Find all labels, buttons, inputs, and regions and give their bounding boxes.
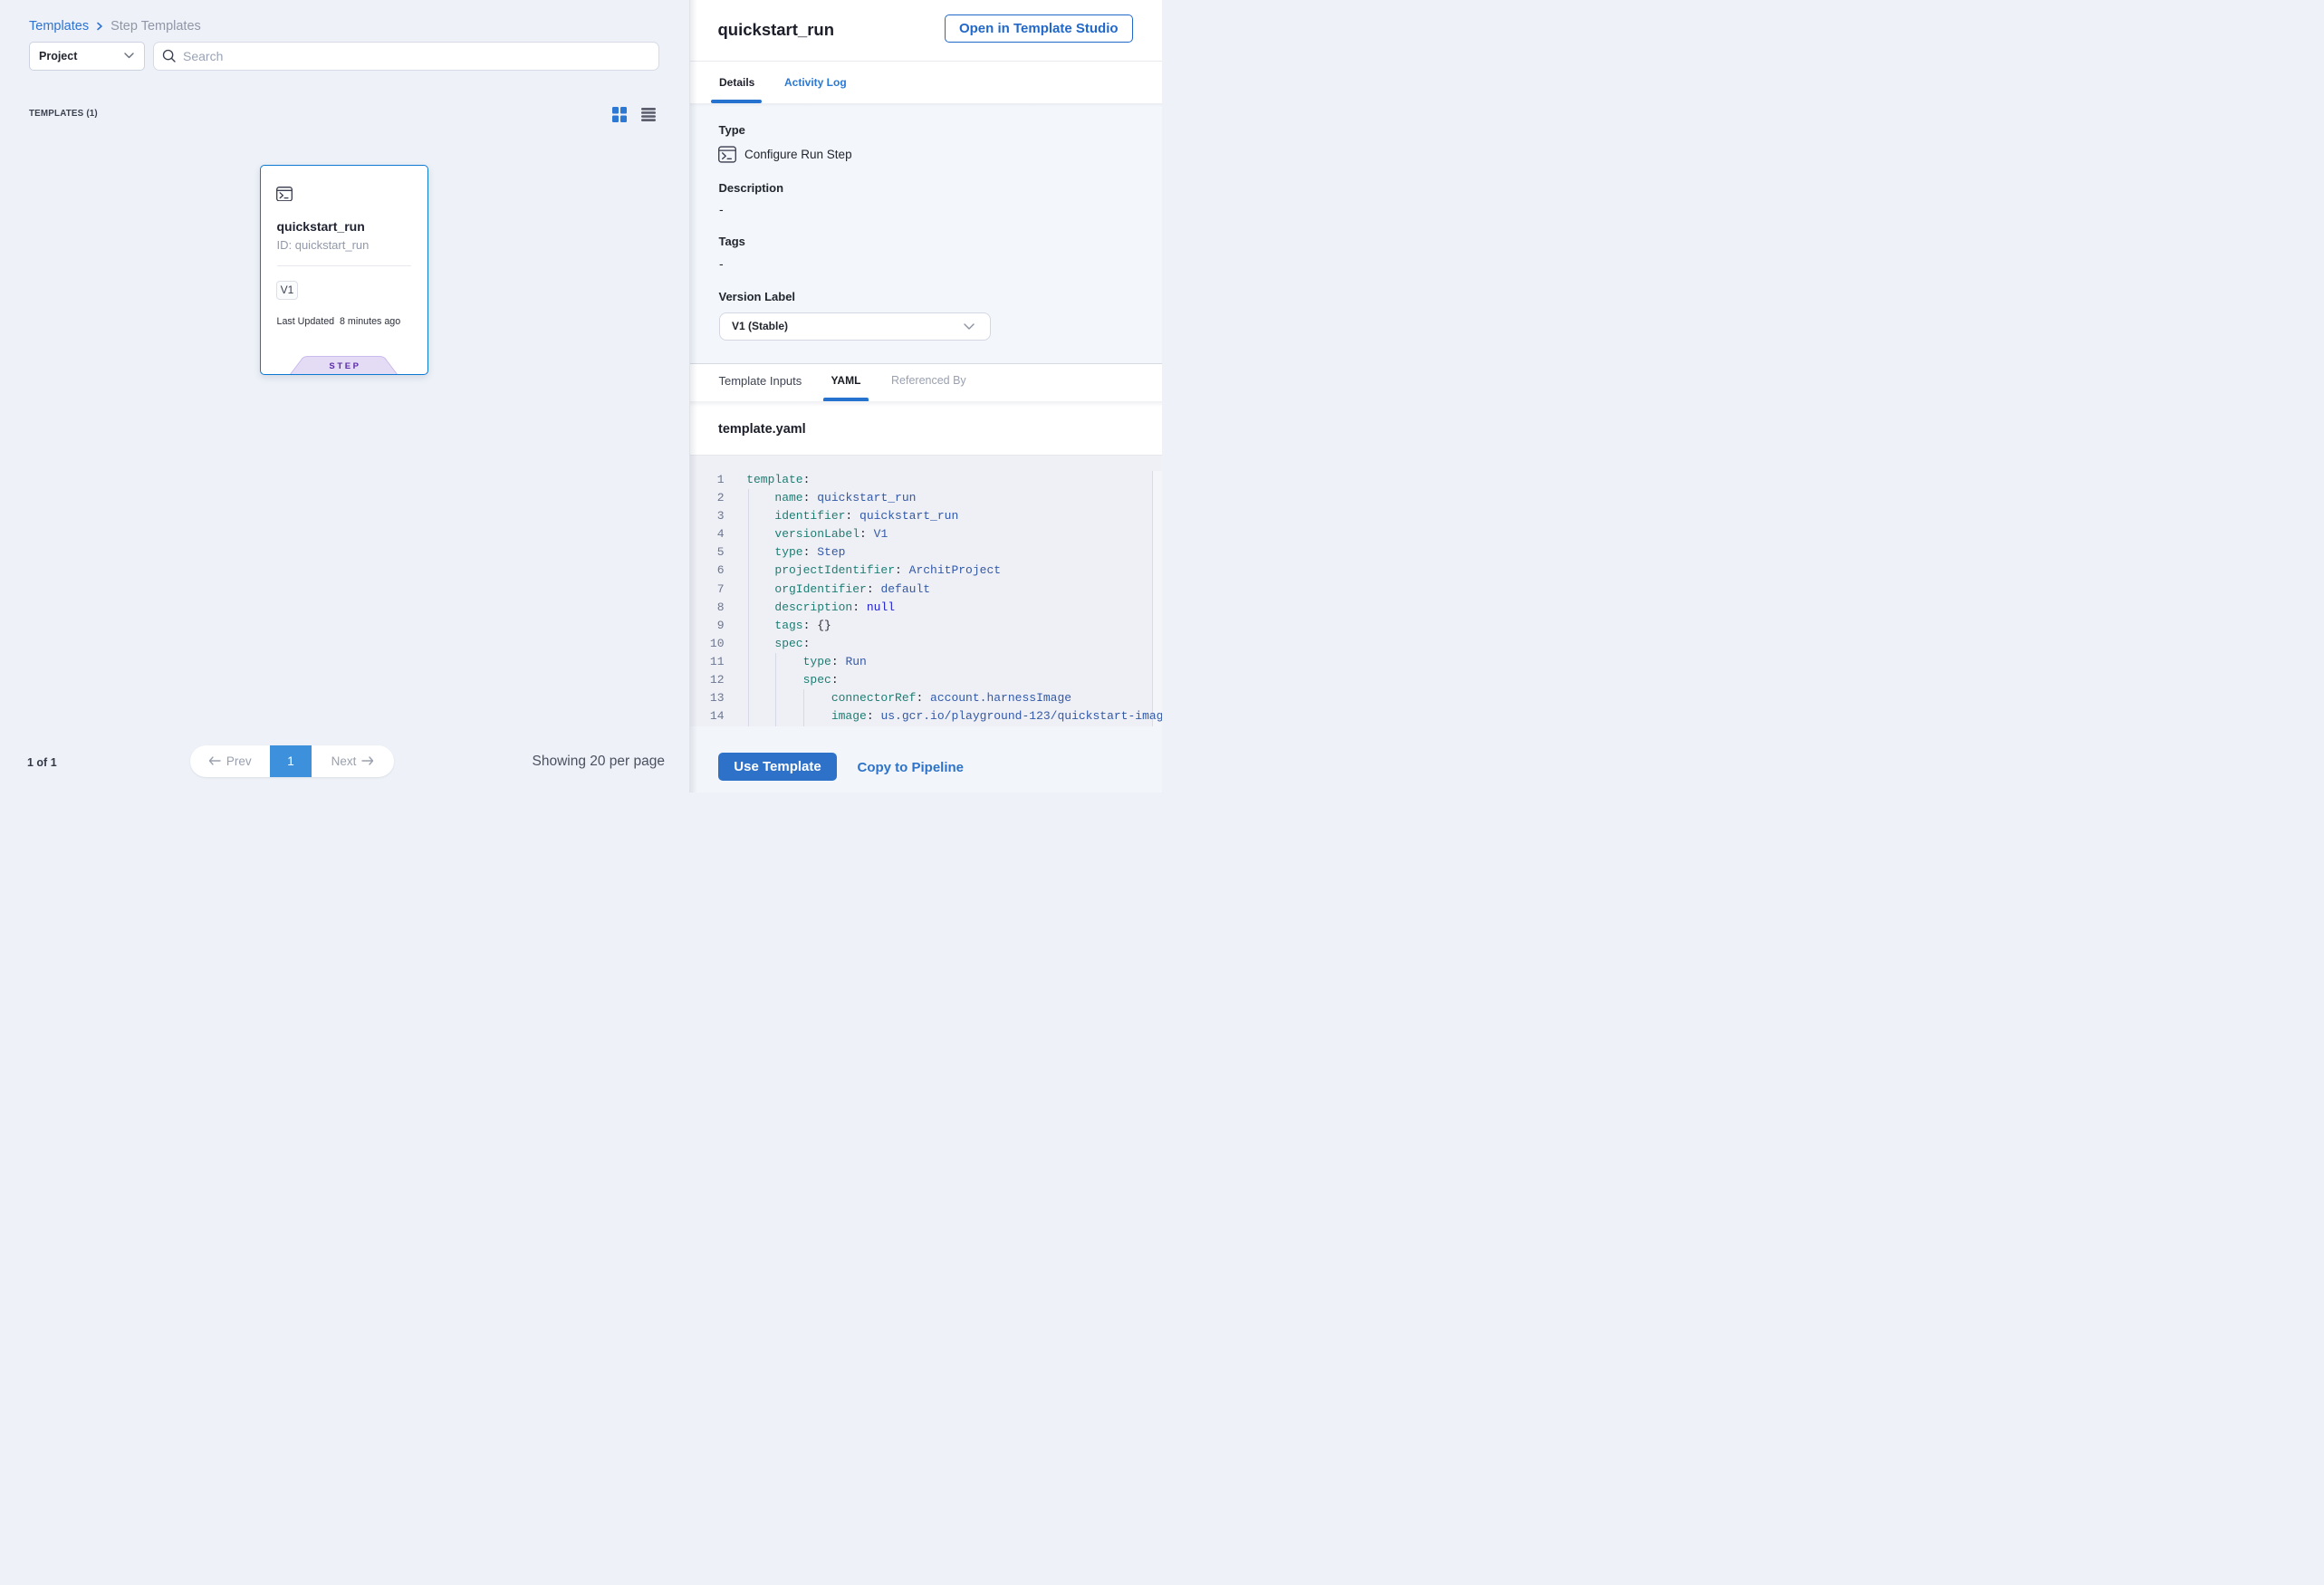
svg-text:STEP: STEP [329,360,360,370]
